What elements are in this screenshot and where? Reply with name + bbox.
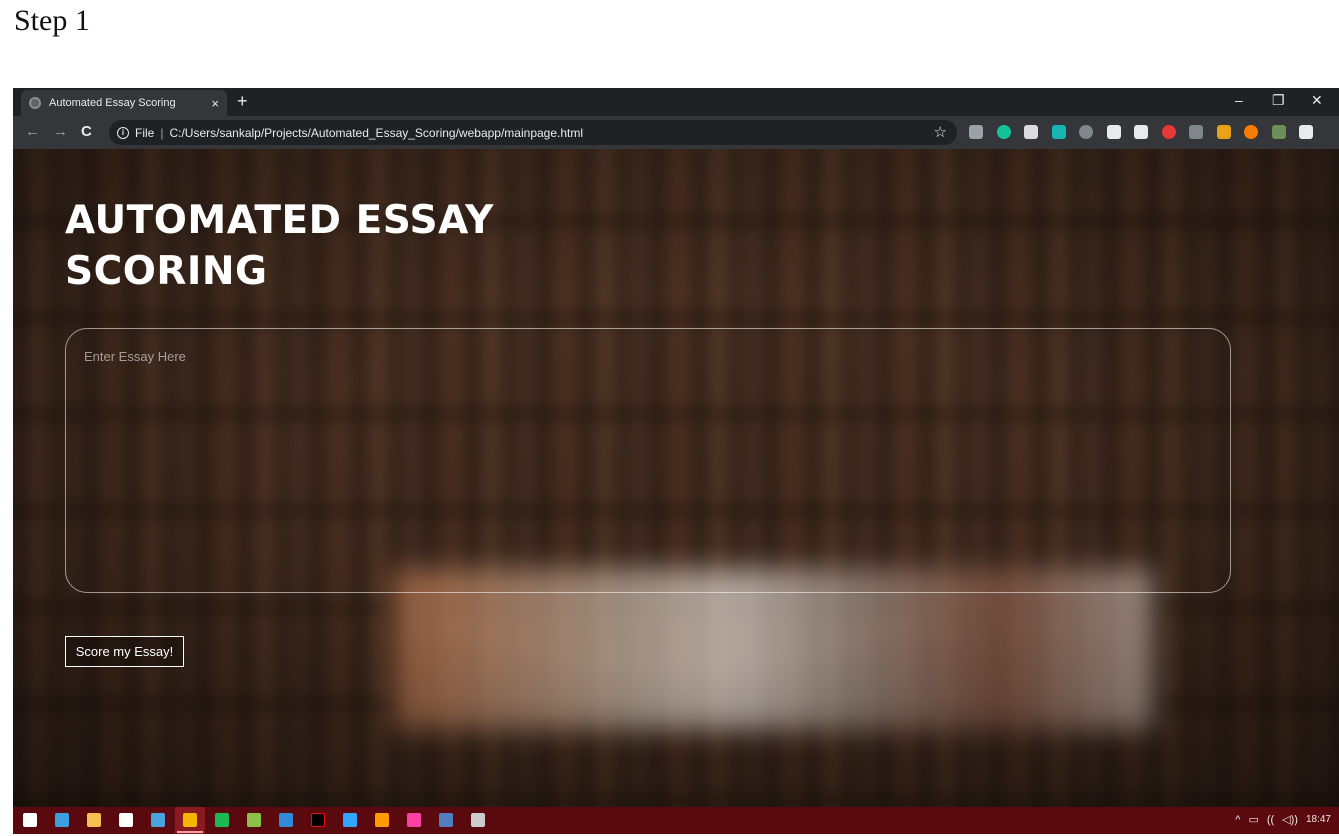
mail-icon[interactable]	[151, 813, 165, 827]
browser-toolbar: ← → C i File | C:/Users/sankalp/Projects…	[13, 116, 1339, 149]
ext-camera-icon[interactable]	[1024, 125, 1038, 139]
netflix-icon[interactable]	[311, 813, 325, 827]
ext-e-icon[interactable]	[969, 125, 983, 139]
app-box-icon[interactable]	[439, 813, 453, 827]
tray-chevron-icon[interactable]: ^	[1235, 814, 1240, 826]
ext-check-icon[interactable]	[1106, 125, 1121, 139]
spotify-icon[interactable]	[215, 813, 229, 827]
bookmark-star-icon[interactable]: ☆	[934, 123, 947, 141]
circle-app-icon[interactable]	[247, 813, 261, 827]
restore-button[interactable]: ❐	[1272, 92, 1285, 109]
ext-off-icon[interactable]	[1244, 125, 1258, 139]
back-arrow-icon[interactable]: ←	[25, 123, 40, 140]
ext-grammarly-icon[interactable]	[996, 125, 1011, 139]
windows-start-icon[interactable]	[23, 813, 37, 827]
chrome-icon[interactable]	[177, 813, 203, 833]
ext-red-icon[interactable]	[1161, 125, 1176, 139]
system-tray: ^ ▭ (( ◁)) 18:47	[1235, 813, 1331, 827]
tab-title: Automated Essay Scoring	[49, 97, 176, 109]
profile-avatar-icon[interactable]	[1271, 125, 1286, 139]
scheme-label: File	[135, 125, 155, 140]
terminal-icon[interactable]	[471, 813, 485, 827]
address-bar[interactable]: i File | C:/Users/sankalp/Projects/Autom…	[109, 120, 957, 145]
essay-input[interactable]	[65, 328, 1231, 593]
ext-copy-icon[interactable]	[1079, 125, 1093, 139]
page-viewport: AUTOMATED ESSAY SCORING Score my Essay!	[13, 149, 1339, 807]
vscode-icon[interactable]	[279, 813, 293, 827]
photoshop-icon[interactable]	[343, 813, 357, 827]
ext-w-icon[interactable]	[1216, 125, 1231, 139]
volume-icon[interactable]: ◁))	[1282, 813, 1298, 826]
illustrator-icon[interactable]	[375, 813, 389, 827]
store-icon[interactable]	[119, 813, 133, 827]
menu-kebab-icon[interactable]	[1299, 125, 1313, 139]
new-tab-button[interactable]: +	[237, 91, 248, 112]
tab-close-icon[interactable]: ×	[211, 96, 219, 111]
indesign-icon[interactable]	[407, 813, 421, 827]
url-text: C:/Users/sankalp/Projects/Automated_Essa…	[169, 125, 584, 140]
tab-active[interactable]: Automated Essay Scoring ×	[21, 90, 227, 116]
tab-strip: Automated Essay Scoring × + – ❐ ✕	[13, 88, 1339, 116]
file-explorer-icon[interactable]	[87, 813, 101, 827]
score-essay-button[interactable]: Score my Essay!	[65, 636, 184, 667]
ext-teal-icon[interactable]	[1051, 125, 1066, 139]
reload-icon[interactable]: C	[81, 123, 92, 140]
wifi-icon[interactable]: ((	[1267, 814, 1274, 826]
close-window-button[interactable]: ✕	[1311, 92, 1323, 109]
minimize-button[interactable]: –	[1235, 92, 1243, 108]
forward-arrow-icon[interactable]: →	[53, 123, 68, 140]
battery-icon[interactable]: ▭	[1248, 813, 1258, 826]
page-title: AUTOMATED ESSAY SCORING	[65, 198, 494, 294]
edge-icon[interactable]	[55, 813, 69, 827]
ext-note-icon[interactable]	[1134, 125, 1148, 139]
windows-taskbar: ^ ▭ (( ◁)) 18:47	[13, 807, 1339, 834]
ext-grey-icon[interactable]	[1189, 125, 1203, 139]
step-caption: Step 1	[14, 4, 90, 37]
info-icon[interactable]: i	[117, 126, 129, 139]
clock-time[interactable]: 18:47	[1306, 814, 1331, 825]
address-separator: |	[160, 125, 164, 140]
browser-window: Automated Essay Scoring × + – ❐ ✕ ← → C …	[13, 88, 1339, 834]
globe-icon	[29, 97, 41, 109]
